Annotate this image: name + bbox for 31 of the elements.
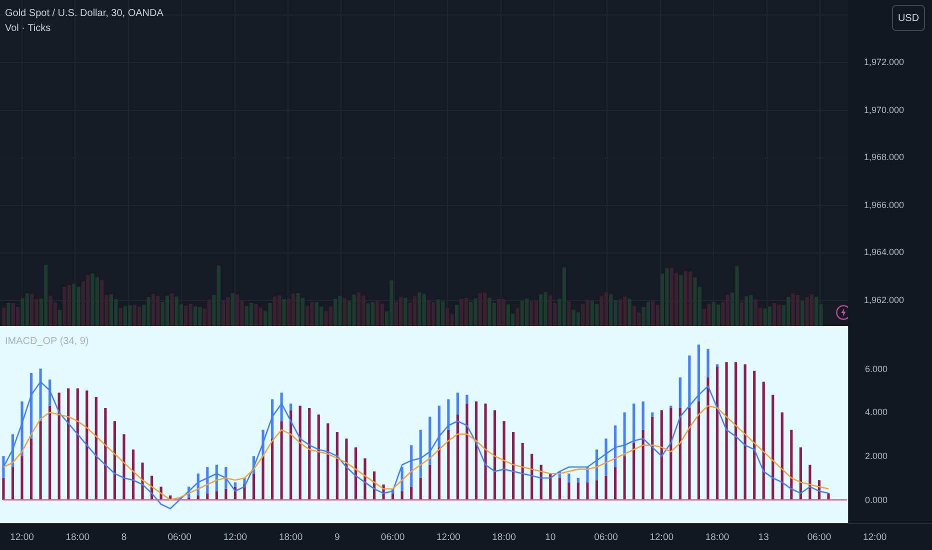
time-label: 18:00: [66, 532, 90, 543]
price-label: 1,964.000: [864, 246, 904, 258]
time-label: 12:00: [436, 532, 460, 543]
currency-button[interactable]: USD: [892, 5, 925, 31]
axis-label: 2.000: [865, 450, 888, 462]
time-label: 12:00: [650, 532, 674, 543]
time-label: 10: [545, 532, 556, 543]
price-label: 1,970.000: [864, 104, 904, 116]
axis-label: 0.000: [865, 494, 888, 506]
time-label: 18:00: [492, 532, 516, 543]
time-label: 06:00: [168, 532, 192, 543]
time-label: 18:00: [705, 532, 730, 543]
axis-label: 4.000: [865, 406, 888, 418]
indicator-title: IMACD_OP (34, 9): [5, 336, 89, 347]
symbol-title: Gold Spot / U.S. Dollar, 30, OANDA: [5, 8, 164, 20]
time-label: 12:00: [10, 532, 34, 543]
time-label: 06:00: [380, 532, 405, 543]
volume-label: Vol · Ticks: [5, 23, 52, 35]
time-label: 12:00: [862, 532, 887, 543]
time-label: 12:00: [223, 532, 248, 543]
time-label: 06:00: [594, 532, 618, 543]
time-label: 9: [334, 532, 340, 543]
axis-label: 6.000: [865, 362, 888, 375]
price-label: 1,968.000: [864, 151, 904, 164]
price-label: 1,966.000: [864, 198, 904, 211]
time-label: 8: [121, 532, 127, 543]
time-label: 06:00: [807, 532, 832, 543]
price-label: 1,972.000: [864, 56, 904, 68]
time-label: 13: [758, 532, 769, 543]
time-label: 18:00: [278, 532, 303, 543]
price-label: 1,962.000: [864, 294, 904, 306]
